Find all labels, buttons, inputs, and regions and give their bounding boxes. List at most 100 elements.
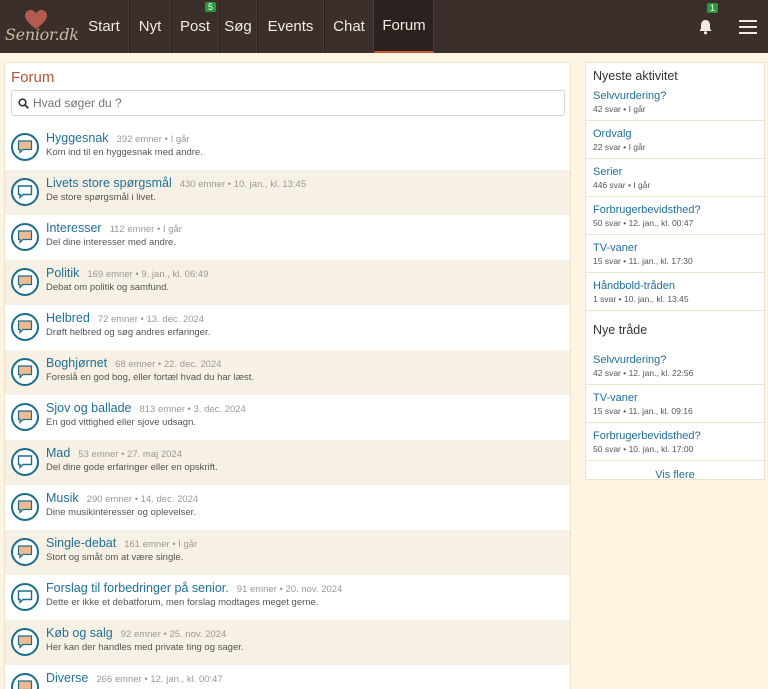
forum-description: Foreslå en god bog, eller fortæl hvad du… bbox=[46, 372, 255, 383]
forum-row[interactable]: Helbred 72 emner • 13. dec. 2024 Drøft hel… bbox=[5, 305, 570, 350]
sidebar-thread-item[interactable]: Serier 446 svar • I går bbox=[586, 159, 764, 197]
nav-label: Chat bbox=[333, 18, 365, 35]
chat-bubble-filled-icon bbox=[11, 358, 39, 386]
thread-meta: 15 svar • 11. jan., kl. 09:16 bbox=[593, 405, 693, 416]
sidebar-thread-item[interactable]: Selvvurdering? 42 svar • I går bbox=[586, 83, 764, 121]
forum-meta: 92 emner • 25. nov. 2024 bbox=[120, 629, 227, 640]
forum-name-link[interactable]: Diverse bbox=[46, 671, 88, 685]
forum-row-text: Boghjørnet 68 emner • 22. dec. 2024 Foresl… bbox=[46, 356, 254, 383]
thread-title-link[interactable]: TV-vaner bbox=[593, 392, 757, 404]
nav-label: Events bbox=[267, 18, 314, 35]
forum-description: Del dine gode erfaringer eller en opskri… bbox=[46, 462, 218, 473]
thread-title-link[interactable]: Selvvurdering? bbox=[593, 90, 757, 102]
forum-row[interactable]: Interesser 112 emner • I går Del dine inte… bbox=[5, 215, 570, 260]
nav-post[interactable]: Post 5 bbox=[171, 0, 219, 53]
search-icon bbox=[18, 97, 29, 109]
sidebar-thread-item[interactable]: Forbrugerbevidsthed? 50 svar • 12. jan., … bbox=[586, 197, 764, 235]
chat-bubble-filled-icon bbox=[11, 133, 39, 161]
show-more-link[interactable]: Vis flere bbox=[586, 461, 764, 481]
new-threads-list: Selvvurdering? 42 svar • 12. jan., kl. 22… bbox=[586, 347, 764, 461]
forum-row[interactable]: Hyggesnak 392 emner • I går Kom ind til en… bbox=[5, 125, 570, 170]
search-input[interactable] bbox=[33, 96, 533, 110]
nav-events[interactable]: Events bbox=[257, 0, 324, 53]
top-right-actions: 1 bbox=[692, 0, 768, 53]
nav-label: Forum bbox=[382, 17, 426, 34]
forum-name-link[interactable]: Forslag til forbedringer på senior. bbox=[46, 581, 229, 595]
sidebar-thread-item[interactable]: TV-vaner 15 svar • 11. jan., kl. 17:30 bbox=[586, 235, 764, 273]
nav-nyt[interactable]: Nyt bbox=[129, 0, 171, 53]
forum-meta: 290 emner • 14. dec. 2024 bbox=[86, 494, 199, 505]
thread-title-link[interactable]: Forbrugerbevidsthed? bbox=[593, 204, 757, 216]
forum-row-text: Sjov og ballade 813 emner • 3. dec. 2024 E… bbox=[46, 401, 246, 428]
chat-bubble-filled-icon bbox=[11, 268, 39, 296]
forum-description: Kom ind til en hyggesnak med andre. bbox=[46, 147, 203, 158]
forum-row[interactable]: Politik 169 emner • 9. jan., kl. 06:49 Deb… bbox=[5, 260, 570, 305]
forum-name-link[interactable]: Livets store spørgsmål bbox=[46, 176, 172, 190]
forum-row[interactable]: Køb og salg 92 emner • 25. nov. 2024 Her k… bbox=[5, 620, 570, 665]
forum-name-link[interactable]: Boghjørnet bbox=[46, 356, 107, 370]
chat-bubble-filled-icon bbox=[11, 403, 39, 431]
sidebar-thread-item[interactable]: Ordvalg 22 svar • I går bbox=[586, 121, 764, 159]
sidebar-thread-item[interactable]: TV-vaner 15 svar • 11. jan., kl. 09:16 bbox=[586, 385, 764, 423]
forum-description: Drøft helbred og søg andres erfaringer. bbox=[46, 327, 211, 338]
forum-name-link[interactable]: Single-debat bbox=[46, 536, 116, 550]
chat-bubble-filled-icon bbox=[11, 538, 39, 566]
forum-row-text: Single-debat 161 emner • I går Stort og sm… bbox=[46, 536, 197, 563]
forum-meta: 430 emner • 10. jan., kl. 13:45 bbox=[179, 179, 307, 190]
nav-label: Post bbox=[180, 18, 211, 35]
main-nav: Start Nyt Post 5 Søg Events Chat Forum bbox=[80, 0, 434, 53]
forum-row-text: Mad 53 emner • 27. maj 2024 Del dine gode … bbox=[46, 446, 218, 473]
thread-meta: 42 svar • I går bbox=[593, 103, 646, 114]
forum-row-text: Forslag til forbedringer på senior. 91 em… bbox=[46, 581, 342, 608]
chat-bubble-outline-icon bbox=[11, 448, 39, 476]
thread-title-link[interactable]: Serier bbox=[593, 166, 757, 178]
nav-start[interactable]: Start bbox=[80, 0, 129, 53]
thread-meta: 50 svar • 12. jan., kl. 00:47 bbox=[593, 217, 694, 228]
forum-row[interactable]: Musik 290 emner • 14. dec. 2024 Dine musik… bbox=[5, 485, 570, 530]
forum-name-link[interactable]: Politik bbox=[46, 266, 79, 280]
forum-name-link[interactable]: Hyggesnak bbox=[46, 131, 109, 145]
chat-bubble-outline-icon bbox=[11, 583, 39, 611]
nav-chat[interactable]: Chat bbox=[324, 0, 374, 53]
forum-row[interactable]: Mad 53 emner • 27. maj 2024 Del dine gode … bbox=[5, 440, 570, 485]
chat-bubble-filled-icon bbox=[11, 673, 39, 689]
thread-meta: 15 svar • 11. jan., kl. 17:30 bbox=[593, 255, 693, 266]
thread-title-link[interactable]: Selvvurdering? bbox=[593, 354, 757, 366]
forum-row[interactable]: Diverse 266 emner • 12. jan., kl. 00:47 bbox=[5, 665, 570, 689]
sidebar-thread-item[interactable]: Forbrugerbevidsthed? 50 svar • 10. jan., … bbox=[586, 423, 764, 461]
notifications-button[interactable]: 1 bbox=[692, 0, 718, 53]
forum-meta: 68 emner • 22. dec. 2024 bbox=[115, 359, 222, 370]
post-count-badge: 5 bbox=[204, 2, 216, 12]
forum-meta: 161 emner • I går bbox=[124, 539, 198, 550]
forum-row[interactable]: Sjov og ballade 813 emner • 3. dec. 2024 E… bbox=[5, 395, 570, 440]
forum-row[interactable]: Forslag til forbedringer på senior. 91 em… bbox=[5, 575, 570, 620]
thread-title-link[interactable]: Forbrugerbevidsthed? bbox=[593, 430, 757, 442]
thread-title-link[interactable]: TV-vaner bbox=[593, 242, 757, 254]
forum-row[interactable]: Boghjørnet 68 emner • 22. dec. 2024 Foresl… bbox=[5, 350, 570, 395]
sidebar-thread-item[interactable]: Selvvurdering? 42 svar • 12. jan., kl. 22… bbox=[586, 347, 764, 385]
chat-bubble-filled-icon bbox=[11, 628, 39, 656]
forum-name-link[interactable]: Musik bbox=[46, 491, 79, 505]
nav-sog[interactable]: Søg bbox=[219, 0, 257, 53]
forum-description: Her kan der handles med private ting og … bbox=[46, 642, 244, 653]
forum-description: Dette er ikke et debatforum, men forslag… bbox=[46, 597, 319, 608]
forum-row-text: Helbred 72 emner • 13. dec. 2024 Drøft hel… bbox=[46, 311, 210, 338]
site-logo[interactable]: Senior.dk bbox=[0, 0, 80, 53]
search-box[interactable] bbox=[11, 90, 565, 116]
page-title: Forum bbox=[11, 69, 55, 86]
forum-name-link[interactable]: Mad bbox=[46, 446, 70, 460]
forum-row[interactable]: Livets store spørgsmål 430 emner • 10. ja… bbox=[5, 170, 570, 215]
thread-title-link[interactable]: Håndbold-tråden bbox=[593, 280, 757, 292]
forum-description: Del dine interesser med andre. bbox=[46, 237, 176, 248]
forum-row[interactable]: Single-debat 161 emner • I går Stort og sm… bbox=[5, 530, 570, 575]
thread-title-link[interactable]: Ordvalg bbox=[593, 128, 757, 140]
forum-name-link[interactable]: Køb og salg bbox=[46, 626, 113, 640]
nav-label: Start bbox=[88, 18, 120, 35]
hamburger-menu-icon[interactable] bbox=[728, 0, 768, 53]
forum-name-link[interactable]: Interesser bbox=[46, 221, 102, 235]
sidebar-thread-item[interactable]: Håndbold-tråden 1 svar • 10. jan., kl. 13… bbox=[586, 273, 764, 311]
forum-name-link[interactable]: Sjov og ballade bbox=[46, 401, 131, 415]
forum-meta: 112 emner • I går bbox=[109, 224, 182, 235]
nav-forum[interactable]: Forum bbox=[374, 0, 434, 53]
forum-name-link[interactable]: Helbred bbox=[46, 311, 90, 325]
